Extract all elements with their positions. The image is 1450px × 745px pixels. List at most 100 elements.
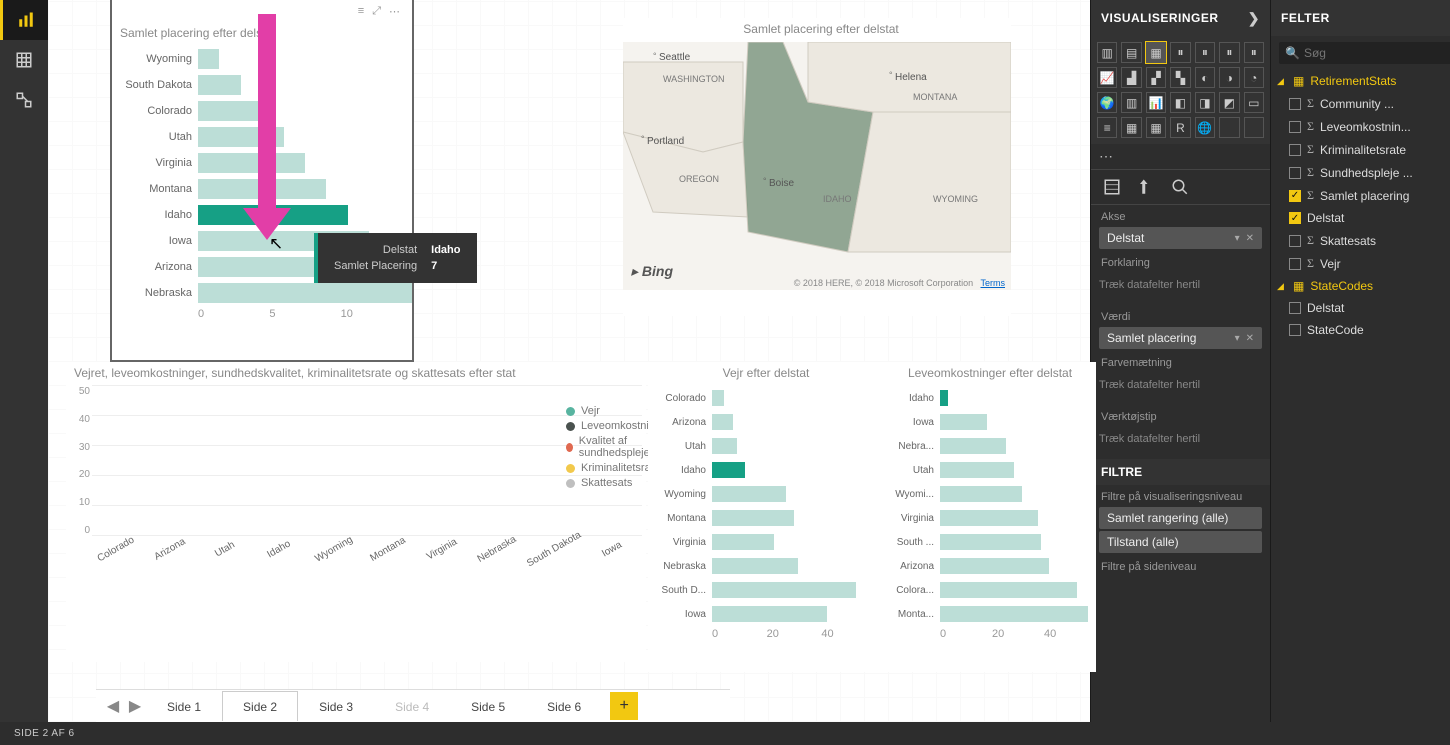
bar-row[interactable]: Colora...	[876, 578, 1096, 602]
tab-scroll-left[interactable]: ◀	[102, 694, 124, 718]
drill-mode-icon[interactable]: ≡	[358, 5, 364, 18]
bar-row[interactable]: South Dakota	[112, 72, 412, 98]
bar-row[interactable]: Colorado	[112, 98, 412, 124]
visualization-type-chip[interactable]: ◨	[1195, 92, 1215, 113]
field-item[interactable]: Delstat	[1271, 297, 1450, 319]
bar-row[interactable]: Nebraska	[112, 280, 412, 306]
visualization-type-chip[interactable]: ▚	[1170, 67, 1190, 88]
report-view-btn[interactable]	[0, 0, 48, 40]
bar-row[interactable]: Idaho	[112, 202, 412, 228]
visualization-type-chip[interactable]: ▤	[1121, 42, 1141, 63]
field-well-tooltip[interactable]: Træk datafelter hertil	[1099, 427, 1262, 451]
visualization-type-chip[interactable]: R	[1170, 117, 1190, 138]
map-terms-link[interactable]: Terms	[981, 278, 1006, 288]
bar-row[interactable]: Utah	[876, 458, 1096, 482]
field-checkbox[interactable]: ✓	[1289, 190, 1301, 202]
visualization-type-chip[interactable]: ◔	[1244, 67, 1264, 88]
bar-row[interactable]: Colorado	[648, 386, 876, 410]
bar-row[interactable]: Virginia	[112, 150, 412, 176]
bar-row[interactable]: Monta...	[876, 602, 1096, 626]
visualization-type-chip[interactable]	[1244, 117, 1264, 138]
bar-row[interactable]: Arizona	[876, 554, 1096, 578]
visualization-type-chip[interactable]: ⏸	[1195, 42, 1215, 63]
visualization-type-chip[interactable]: ▞	[1146, 67, 1166, 88]
more-visuals-icon[interactable]: ⋯	[1091, 144, 1270, 170]
visualization-type-chip[interactable]: 📊	[1146, 92, 1166, 113]
bar-row[interactable]: Nebra...	[876, 434, 1096, 458]
remove-field-icon[interactable]: ✕	[1246, 233, 1254, 244]
field-checkbox[interactable]	[1289, 121, 1301, 133]
bar-row[interactable]: Wyoming	[648, 482, 876, 506]
add-page-button[interactable]: +	[610, 692, 638, 720]
visualization-type-chip[interactable]: ◐	[1195, 67, 1215, 88]
bar-row[interactable]: Montana	[648, 506, 876, 530]
collapse-pane-icon[interactable]: ❯	[1248, 10, 1260, 27]
bar-row[interactable]: South ...	[876, 530, 1096, 554]
visualization-type-chip[interactable]: ◑	[1219, 67, 1239, 88]
field-checkbox[interactable]	[1289, 324, 1301, 336]
field-item[interactable]: ΣKriminalitetsrate	[1271, 138, 1450, 161]
field-item[interactable]: ΣVejr	[1271, 252, 1450, 275]
field-item[interactable]: ✓Delstat	[1271, 207, 1450, 229]
visualization-type-chip[interactable]	[1219, 117, 1239, 138]
report-canvas[interactable]: ≡ ⤢ ⋯ Samlet placering efter delstat Wyo…	[48, 0, 1090, 722]
remove-field-icon[interactable]: ✕	[1246, 333, 1254, 344]
map-canvas[interactable]: ◦Seattle WASHINGTON ◦Helena MONTANA ◦Por…	[623, 42, 1011, 290]
visualization-type-chip[interactable]: ≡	[1097, 117, 1117, 138]
focus-mode-icon[interactable]: ⤢	[372, 5, 381, 18]
more-options-icon[interactable]: ⋯	[389, 5, 400, 18]
analytics-tab-icon[interactable]	[1171, 178, 1189, 196]
visualization-type-chip[interactable]: ▦	[1146, 42, 1166, 63]
data-view-btn[interactable]	[0, 40, 48, 80]
visual-cost-bar[interactable]: Leveomkostninger efter delstat IdahoIowa…	[876, 362, 1096, 672]
visual-overall-rank-bar[interactable]: ≡ ⤢ ⋯ Samlet placering efter delstat Wyo…	[112, 0, 412, 360]
table-header[interactable]: ◢▦StateCodes	[1271, 275, 1450, 297]
field-checkbox[interactable]	[1289, 167, 1301, 179]
fields-tab-icon[interactable]	[1103, 178, 1121, 196]
model-view-btn[interactable]	[0, 80, 48, 120]
field-well-chip-axis[interactable]: Delstat▾✕	[1099, 227, 1262, 249]
visualization-type-chip[interactable]: ◩	[1219, 92, 1239, 113]
field-checkbox[interactable]	[1289, 258, 1301, 270]
field-checkbox[interactable]	[1289, 302, 1301, 314]
fields-search-input[interactable]	[1304, 46, 1450, 60]
field-item[interactable]: ΣSundhedspleje ...	[1271, 161, 1450, 184]
visualization-type-chip[interactable]: ▟	[1121, 67, 1141, 88]
bar-row[interactable]: Virginia	[876, 506, 1096, 530]
field-well-legend[interactable]: Træk datafelter hertil	[1099, 273, 1262, 297]
bar-row[interactable]: Utah	[648, 434, 876, 458]
bar-row[interactable]: Iowa	[876, 410, 1096, 434]
visualization-type-chip[interactable]: ⏸	[1244, 42, 1264, 63]
visualization-type-chip[interactable]: ▦	[1121, 117, 1141, 138]
visualization-type-chip[interactable]: 📈	[1097, 67, 1117, 88]
field-checkbox[interactable]	[1289, 235, 1301, 247]
page-tab[interactable]: Side 6	[526, 691, 602, 721]
table-header[interactable]: ◢▦RetirementStats	[1271, 70, 1450, 92]
field-item[interactable]: ΣSkattesats	[1271, 229, 1450, 252]
field-checkbox[interactable]: ✓	[1289, 212, 1301, 224]
format-tab-icon[interactable]	[1137, 178, 1155, 196]
page-tab[interactable]: Side 2	[222, 691, 298, 721]
fields-search[interactable]: 🔍	[1279, 42, 1450, 64]
bar-row[interactable]: Virginia	[648, 530, 876, 554]
bar-row[interactable]: South D...	[648, 578, 876, 602]
visualization-type-chip[interactable]: ▥	[1097, 42, 1117, 63]
bar-row[interactable]: Arizona	[648, 410, 876, 434]
bar-row[interactable]: Wyoming	[112, 46, 412, 72]
page-tab[interactable]: Side 1	[146, 691, 222, 721]
field-item[interactable]: ΣLeveomkostnin...	[1271, 115, 1450, 138]
page-tab[interactable]: Side 5	[450, 691, 526, 721]
bar-row[interactable]: Wyomi...	[876, 482, 1096, 506]
filter-chip[interactable]: Samlet rangering (alle)	[1099, 507, 1262, 529]
visualization-type-chip[interactable]: 🌍	[1097, 92, 1117, 113]
visualization-type-chip[interactable]: ▦	[1146, 117, 1166, 138]
visual-multi-metric-columns[interactable]: Vejret, leveomkostninger, sundhedskvalit…	[66, 362, 646, 662]
tab-scroll-right[interactable]: ▶	[124, 694, 146, 718]
page-tab[interactable]: Side 3	[298, 691, 374, 721]
bar-row[interactable]: Iowa	[648, 602, 876, 626]
bar-row[interactable]: Idaho	[876, 386, 1096, 410]
field-item[interactable]: StateCode	[1271, 319, 1450, 341]
visual-weather-bar[interactable]: Vejr efter delstat ColoradoArizonaUtahId…	[648, 362, 876, 672]
bar-row[interactable]: Utah	[112, 124, 412, 150]
visualization-type-chip[interactable]: ▭	[1244, 92, 1264, 113]
